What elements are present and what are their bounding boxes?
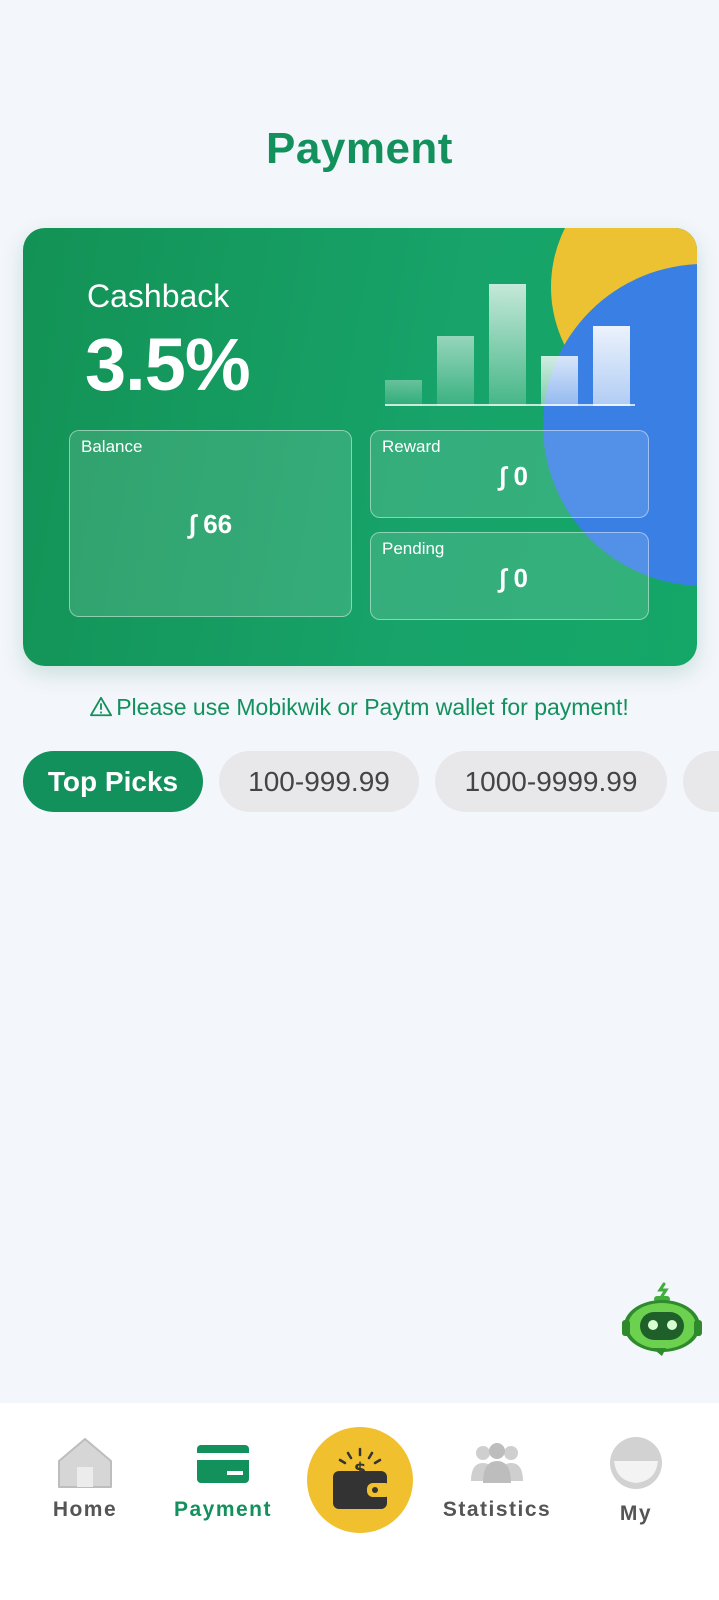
illustration-bar bbox=[489, 284, 526, 406]
reward-box[interactable]: Reward ∫ 0 bbox=[370, 430, 649, 518]
warning-icon bbox=[90, 696, 113, 724]
tab-home[interactable]: Home bbox=[40, 1403, 130, 1522]
balance-label: Balance bbox=[81, 437, 143, 456]
tab-payment-label: Payment bbox=[173, 1498, 273, 1521]
reward-label: Reward bbox=[382, 437, 441, 456]
bar-chart-illustration bbox=[385, 266, 645, 406]
pending-value: ∫ 0 bbox=[499, 563, 528, 593]
payment-notice: Please use Mobikwik or Paytm wallet for … bbox=[0, 694, 719, 724]
tab-my[interactable]: My bbox=[596, 1403, 676, 1526]
reward-value: ∫ 0 bbox=[499, 461, 528, 491]
filter-chip-next[interactable]: 1 bbox=[683, 751, 719, 812]
wallet-icon: $ bbox=[333, 1447, 391, 1509]
cashback-rate: 3.5% bbox=[85, 323, 251, 406]
filter-chip-top-picks[interactable]: Top Picks bbox=[23, 751, 203, 812]
tab-statistics[interactable]: Statistics bbox=[440, 1403, 554, 1522]
tab-statistics-label: Statistics bbox=[442, 1498, 552, 1521]
tab-my-label: My bbox=[619, 1502, 653, 1525]
tab-home-label: Home bbox=[52, 1498, 118, 1521]
amount-filter-chips: Top Picks 100-999.99 1000-9999.99 1 bbox=[23, 751, 719, 813]
illustration-bar bbox=[437, 336, 474, 406]
filter-chip-1000-9999[interactable]: 1000-9999.99 bbox=[435, 751, 667, 812]
pending-label: Pending bbox=[382, 539, 445, 558]
illustration-bar bbox=[385, 380, 422, 406]
bottom-tab-bar: Home Payment $ Statistics My bbox=[0, 1403, 719, 1600]
people-icon bbox=[440, 1441, 554, 1490]
avatar-icon bbox=[596, 1435, 676, 1496]
illustration-bar bbox=[593, 326, 630, 406]
tab-payment[interactable]: Payment bbox=[168, 1403, 278, 1522]
illustration-baseline bbox=[385, 404, 635, 406]
filter-chip-100-999[interactable]: 100-999.99 bbox=[219, 751, 419, 812]
home-icon bbox=[40, 1437, 130, 1494]
card-icon bbox=[168, 1443, 278, 1490]
notice-text: Please use Mobikwik or Paytm wallet for … bbox=[116, 694, 629, 720]
wallet-button[interactable]: $ bbox=[307, 1427, 413, 1533]
pending-box[interactable]: Pending ∫ 0 bbox=[370, 532, 649, 620]
robot-assistant-icon[interactable] bbox=[622, 1282, 714, 1358]
cashback-card: Cashback 3.5% Balance ∫ 66 Reward ∫ 0 Pe… bbox=[23, 228, 697, 666]
balance-box[interactable]: Balance ∫ 66 bbox=[69, 430, 352, 617]
illustration-bar bbox=[541, 356, 578, 406]
page-title: Payment bbox=[266, 124, 453, 173]
balance-value: ∫ 66 bbox=[188, 509, 233, 539]
cashback-label: Cashback bbox=[87, 278, 230, 314]
